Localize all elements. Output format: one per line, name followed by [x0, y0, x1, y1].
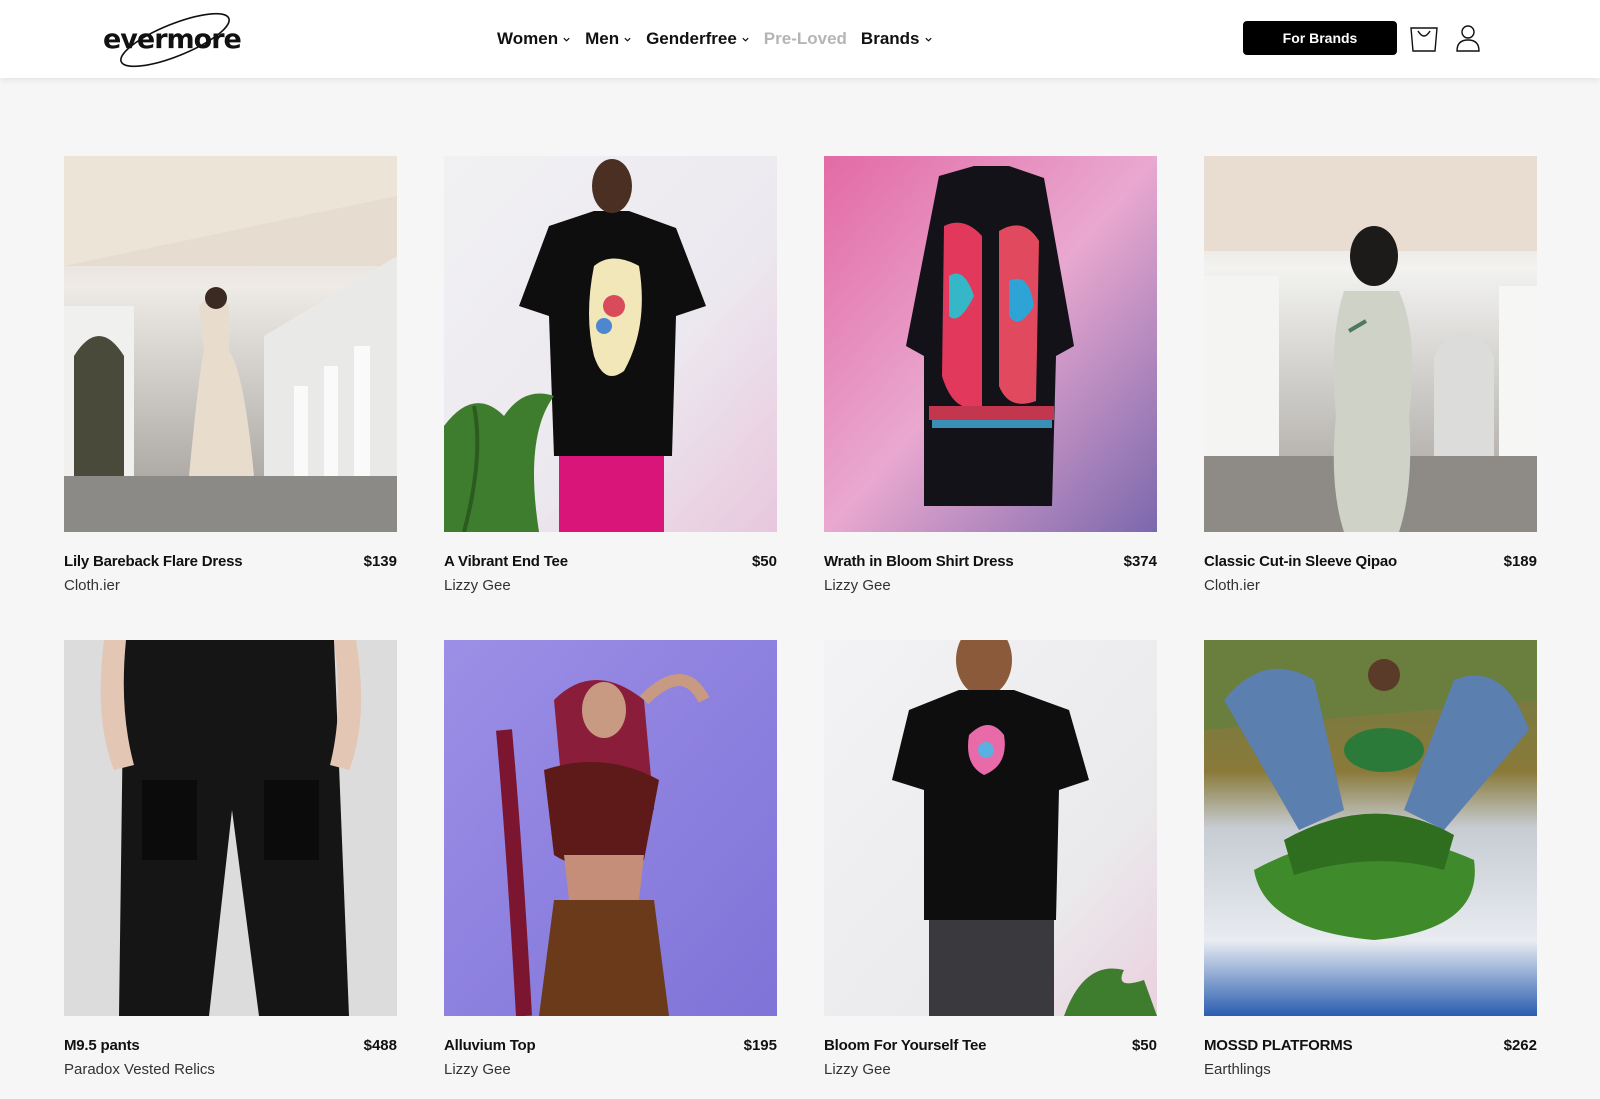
product-price: $139	[363, 553, 397, 570]
evermore-logo[interactable]: evermore	[103, 10, 248, 68]
nav-genderfree-label: Genderfree	[646, 29, 737, 48]
shopping-bag-icon	[1410, 27, 1438, 52]
user-icon	[1456, 25, 1480, 52]
product-image[interactable]	[824, 156, 1157, 532]
product-name[interactable]: MOSSD PLATFORMS	[1204, 1037, 1353, 1054]
product-card[interactable]: Classic Cut-in Sleeve Qipao $189 Cloth.i…	[1204, 156, 1537, 594]
product-card[interactable]: Bloom For Yourself Tee $50 Lizzy Gee	[824, 640, 1157, 1078]
product-brand[interactable]: Cloth.ier	[64, 577, 397, 594]
main-nav: Women Men Genderfree Pre-Loved Brands	[497, 26, 933, 52]
product-price: $374	[1123, 553, 1157, 570]
product-card[interactable]: M9.5 pants $488 Paradox Vested Relics	[64, 640, 397, 1078]
nav-brands-label: Brands	[860, 29, 920, 48]
account-button[interactable]	[1452, 22, 1484, 54]
product-price: $262	[1503, 1037, 1537, 1054]
product-price: $195	[743, 1037, 777, 1054]
for-brands-button[interactable]: For Brands	[1243, 21, 1397, 55]
nav-men[interactable]: Men	[585, 29, 632, 49]
product-grid: Lily Bareback Flare Dress $139 Cloth.ier…	[64, 156, 1537, 1078]
product-price: $488	[363, 1037, 397, 1054]
product-brand[interactable]: Lizzy Gee	[824, 1061, 1157, 1078]
nav-pre-loved-label: Pre-Loved	[763, 29, 847, 48]
product-image[interactable]	[444, 156, 777, 532]
product-name[interactable]: Alluvium Top	[444, 1037, 536, 1054]
nav-men-label: Men	[585, 29, 620, 48]
chevron-down-icon	[742, 37, 749, 42]
cart-button[interactable]	[1408, 22, 1440, 54]
site-header: evermore Women Men Genderfree Pre-Loved …	[0, 0, 1600, 78]
nav-genderfree[interactable]: Genderfree	[646, 29, 750, 49]
product-name[interactable]: Bloom For Yourself Tee	[824, 1037, 986, 1054]
product-brand[interactable]: Lizzy Gee	[824, 577, 1157, 594]
nav-pre-loved[interactable]: Pre-Loved	[764, 29, 847, 49]
product-image[interactable]	[64, 156, 397, 532]
product-brand[interactable]: Lizzy Gee	[444, 1061, 777, 1078]
product-card[interactable]: A Vibrant End Tee $50 Lizzy Gee	[444, 156, 777, 594]
product-image[interactable]	[444, 640, 777, 1016]
product-card[interactable]: Alluvium Top $195 Lizzy Gee	[444, 640, 777, 1078]
nav-women[interactable]: Women	[497, 29, 571, 49]
product-name[interactable]: Lily Bareback Flare Dress	[64, 553, 243, 570]
product-image[interactable]	[64, 640, 397, 1016]
product-image[interactable]	[1204, 156, 1537, 532]
logo-text: evermore	[103, 23, 242, 55]
product-brand[interactable]: Cloth.ier	[1204, 577, 1537, 594]
product-card[interactable]: Lily Bareback Flare Dress $139 Cloth.ier	[64, 156, 397, 594]
product-price: $50	[751, 553, 777, 570]
chevron-down-icon	[924, 37, 932, 42]
product-card[interactable]: Wrath in Bloom Shirt Dress $374 Lizzy Ge…	[824, 156, 1157, 594]
product-card[interactable]: MOSSD PLATFORMS $262 Earthlings	[1204, 640, 1537, 1078]
product-brand[interactable]: Earthlings	[1204, 1061, 1537, 1078]
chevron-down-icon	[624, 37, 631, 42]
nav-women-label: Women	[497, 29, 559, 48]
nav-brands[interactable]: Brands	[861, 29, 933, 49]
chevron-down-icon	[563, 37, 570, 42]
product-name[interactable]: Wrath in Bloom Shirt Dress	[824, 553, 1014, 570]
product-name[interactable]: A Vibrant End Tee	[444, 553, 568, 570]
product-brand[interactable]: Lizzy Gee	[444, 577, 777, 594]
product-name[interactable]: Classic Cut-in Sleeve Qipao	[1204, 553, 1397, 570]
product-image[interactable]	[1204, 640, 1537, 1016]
product-image[interactable]	[824, 640, 1157, 1016]
product-price: $189	[1503, 553, 1537, 570]
product-brand[interactable]: Paradox Vested Relics	[64, 1061, 397, 1078]
product-name[interactable]: M9.5 pants	[64, 1037, 140, 1054]
product-price: $50	[1131, 1037, 1157, 1054]
